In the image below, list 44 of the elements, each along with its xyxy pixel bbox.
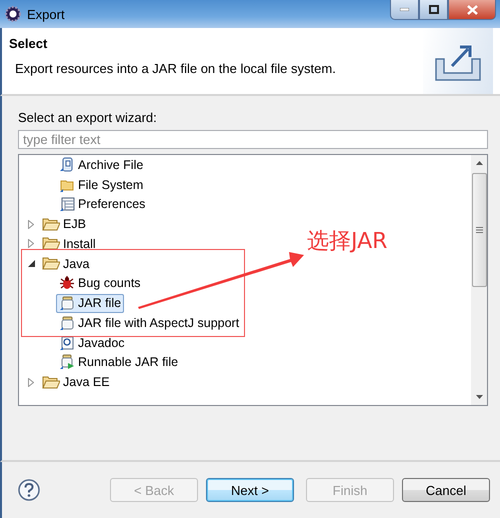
document-icon [59, 334, 75, 351]
scrollbar[interactable] [471, 155, 487, 405]
folder-icon [42, 374, 60, 390]
tree-folder[interactable]: Java [39, 254, 92, 274]
folder-icon [42, 236, 60, 252]
tree-folder[interactable]: Java EE [39, 372, 113, 392]
scroll-down-icon [476, 395, 482, 399]
tree-item[interactable]: Bug counts [56, 274, 144, 293]
bug-icon [59, 275, 75, 292]
tree-item[interactable]: Archive File [56, 155, 146, 174]
archive-icon [59, 156, 75, 173]
tree-item[interactable]: Javadoc [56, 333, 128, 352]
app-icon [4, 5, 22, 23]
jar-icon [59, 314, 75, 331]
help-icon[interactable] [18, 479, 40, 501]
window-title: Export [27, 6, 66, 22]
tree-folder[interactable]: EJB [39, 214, 89, 234]
filter-field[interactable]: type filter text [18, 130, 488, 149]
tree-folder[interactable]: Install [39, 234, 99, 254]
minimize-icon [400, 8, 409, 11]
grip-icon [476, 227, 482, 233]
table-icon [59, 196, 75, 212]
scroll-up-icon [476, 161, 482, 165]
tree-item[interactable]: Runnable JAR file [56, 352, 182, 372]
dialog-button[interactable]: Next > [206, 478, 294, 502]
expander-icon[interactable] [26, 258, 36, 269]
tree-item[interactable]: Preferences [56, 194, 148, 214]
tree-item[interactable]: JAR file [56, 294, 124, 313]
tree-item[interactable]: File System [56, 175, 146, 194]
folder-icon [42, 256, 60, 272]
minimize-button[interactable] [390, 0, 419, 20]
close-icon [466, 4, 478, 14]
tree-item[interactable]: JAR file with AspectJ support [56, 313, 242, 332]
page-title: Select [9, 36, 48, 51]
jar-icon [59, 295, 75, 312]
close-button[interactable] [448, 0, 496, 20]
wizard-label: Select an export wizard: [18, 110, 158, 125]
jar-icon [59, 354, 75, 370]
dialog-button[interactable]: Cancel [402, 478, 490, 502]
page-description: Export resources into a JAR file on the local file system. [15, 61, 337, 76]
maximize-icon [428, 5, 438, 14]
folder-icon [42, 216, 60, 232]
maximize-button[interactable] [419, 0, 448, 20]
annotation-label: 选择JAR [307, 228, 388, 256]
